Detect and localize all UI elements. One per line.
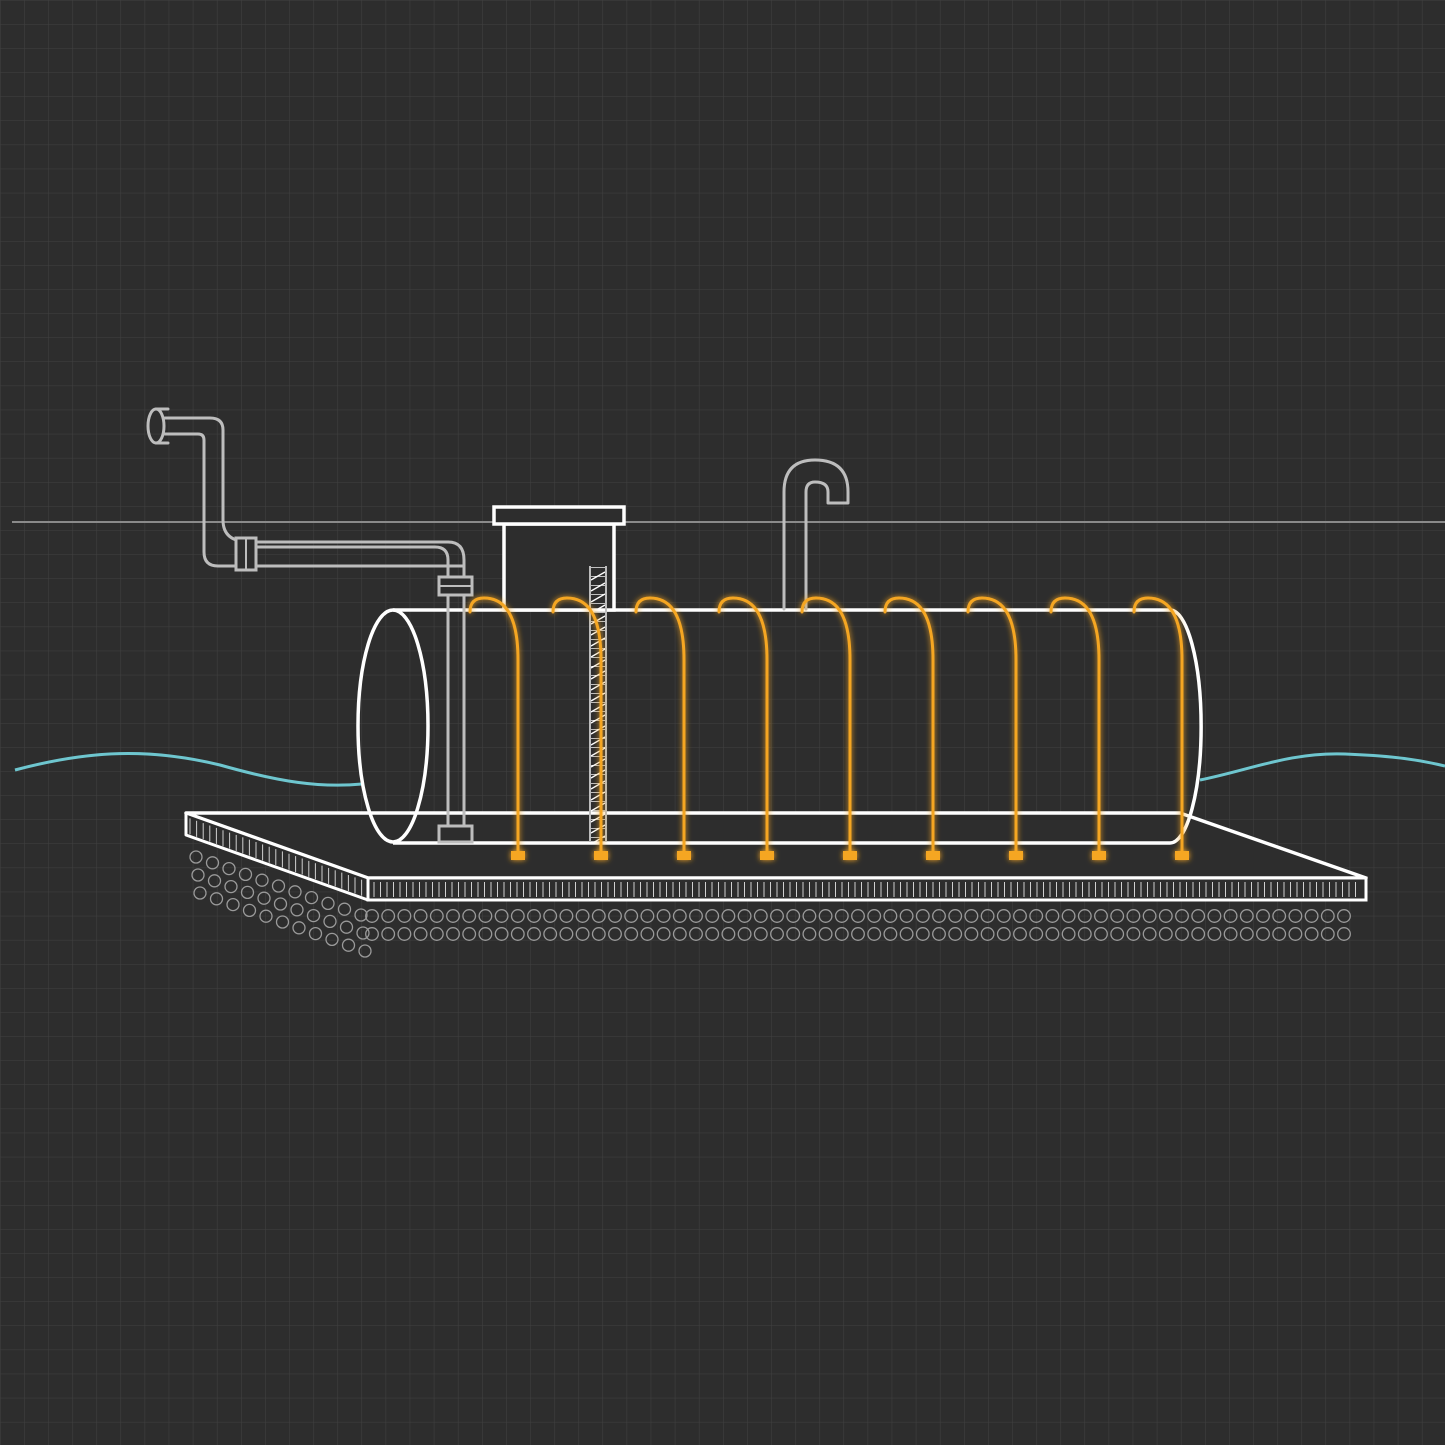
anchor-icon (843, 851, 857, 860)
anchor-icon (926, 851, 940, 860)
anchor-icon (677, 851, 691, 860)
anchor-icon (760, 851, 774, 860)
anchor-icon (1175, 851, 1189, 860)
anchor-icon (1009, 851, 1023, 860)
anchor-icon (511, 851, 525, 860)
anchor-icon (594, 851, 608, 860)
tank-diagram (0, 0, 1445, 1445)
gauge-tube (589, 566, 607, 845)
grid-background (0, 0, 1445, 1445)
anchor-icon (1092, 851, 1106, 860)
